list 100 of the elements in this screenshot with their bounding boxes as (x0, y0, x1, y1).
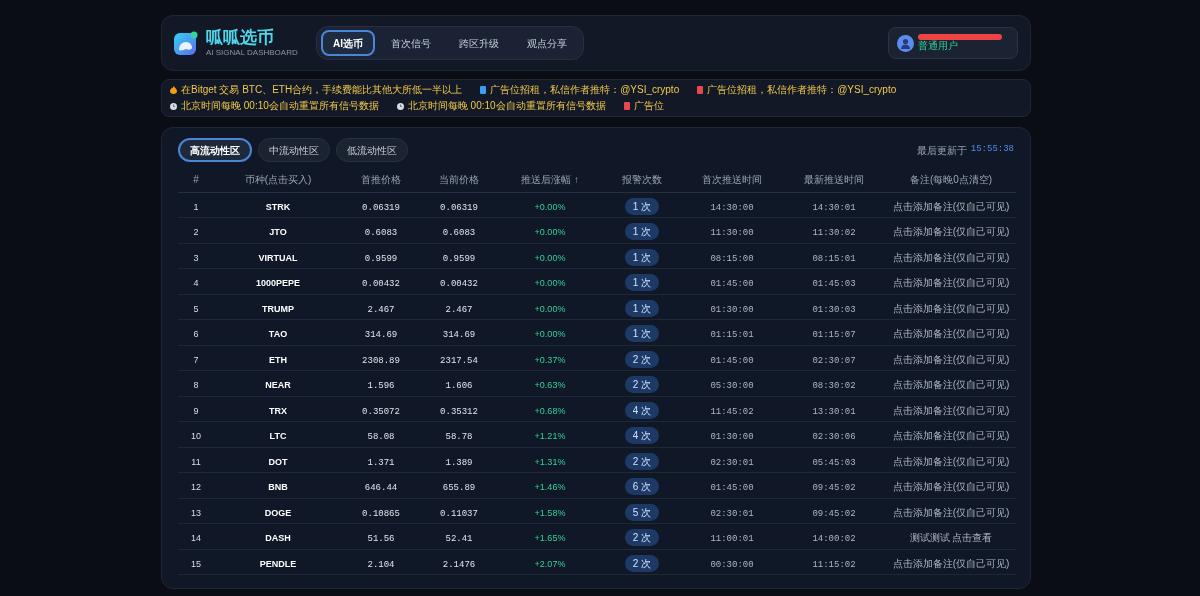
price-cell: 0.35312 (440, 406, 478, 417)
row-number: 12 (191, 482, 201, 493)
row-number: 9 (193, 405, 199, 416)
row-number: 4 (193, 278, 199, 289)
nav-tab[interactable]: 观点分享 (515, 30, 579, 56)
time-cell: 11:30:00 (710, 228, 754, 239)
change-cell: +0.37% (534, 354, 566, 365)
time-cell: 05:45:03 (812, 457, 856, 468)
price-cell: 0.00432 (440, 279, 478, 290)
brand-title: 呱呱选币 (206, 28, 275, 48)
coin-link[interactable]: JTO (269, 227, 287, 238)
coin-link[interactable]: 1000PEPE (255, 278, 300, 289)
price-cell: 2317.54 (440, 355, 478, 366)
time-cell: 01:30:00 (710, 304, 754, 315)
note-link[interactable]: 点击添加备注(仅自己可见) (892, 557, 1010, 569)
note-link[interactable]: 点击添加备注(仅自己可见) (892, 404, 1010, 416)
time-cell: 01:15:01 (710, 330, 754, 341)
coin-link[interactable]: DOT (268, 456, 288, 467)
count-badge: 6 次 (624, 478, 660, 496)
coin-link[interactable]: DOGE (264, 507, 292, 518)
note-link[interactable]: 点击添加备注(仅自己可见) (892, 353, 1010, 365)
zone-tab[interactable]: 高流动性区 (178, 138, 252, 162)
count-badge: 1 次 (624, 274, 660, 292)
time-cell: 13:30:01 (812, 406, 856, 417)
row-number: 10 (191, 431, 201, 442)
nav-tab[interactable]: 跨区升级 (447, 30, 511, 56)
time-cell: 01:45:03 (812, 279, 856, 290)
nav-tab[interactable]: 首次信号 (379, 30, 443, 56)
count-badge: 2 次 (624, 529, 660, 547)
time-cell: 01:45:00 (710, 483, 754, 494)
price-cell: 0.06319 (362, 202, 400, 213)
price-cell: 0.06319 (440, 202, 478, 213)
time-cell: 14:30:00 (710, 202, 754, 213)
count-badge: 1 次 (624, 299, 660, 317)
nav-tab[interactable]: AI选币 (321, 30, 375, 56)
note-link[interactable]: 点击添加备注(仅自己可见) (892, 200, 1010, 212)
note-link[interactable]: 点击添加备注(仅自己可见) (892, 251, 1010, 263)
zone-tab[interactable]: 中流动性区 (258, 138, 330, 162)
change-cell: +1.46% (534, 482, 566, 493)
count-badge: 2 次 (624, 376, 660, 394)
change-cell: +0.68% (534, 405, 566, 416)
time-cell: 08:15:00 (710, 253, 754, 264)
coin-link[interactable]: TRX (269, 405, 287, 416)
price-cell: 0.11037 (440, 508, 478, 519)
coin-link[interactable]: TRUMP (262, 303, 294, 314)
change-cell: +0.00% (534, 227, 566, 238)
coin-link[interactable]: PENDLE (259, 558, 297, 569)
change-cell: +1.65% (534, 533, 566, 544)
coin-link[interactable]: STRK (265, 201, 291, 212)
user-role: 普通用户 (918, 40, 959, 52)
change-cell: +0.00% (534, 303, 566, 314)
column-header[interactable]: 推送后涨幅 ↑ (521, 174, 579, 186)
user-card[interactable]: 普通用户 (888, 27, 1018, 59)
coin-link[interactable]: TAO (268, 329, 288, 340)
price-cell: 0.9599 (364, 253, 398, 264)
note-link[interactable]: 点击添加备注(仅自己可见) (892, 506, 1010, 518)
note-link[interactable]: 点击添加备注(仅自己可见) (892, 455, 1010, 467)
note-link[interactable]: 点击添加备注(仅自己可见) (892, 379, 1010, 391)
coin-link[interactable]: VIRTUAL (258, 252, 298, 263)
change-cell: +0.00% (534, 329, 566, 340)
price-cell: 1.606 (445, 381, 473, 392)
coin-link[interactable]: BNB (268, 482, 288, 493)
time-cell: 14:30:01 (812, 202, 856, 213)
time-cell: 01:45:00 (710, 355, 754, 366)
time-cell: 02:30:07 (812, 355, 856, 366)
note-link[interactable]: 点击添加备注(仅自己可见) (892, 430, 1010, 442)
note-link[interactable]: 点击添加备注(仅自己可见) (892, 481, 1010, 493)
price-cell: 0.10865 (362, 508, 400, 519)
change-cell: +1.58% (534, 507, 566, 518)
column-header: 首次推送时间 (702, 174, 762, 186)
ticker-text: 北京时间每晚 00:10会自动重置所有信号数据 (181, 99, 379, 113)
price-cell: 314.69 (442, 330, 476, 341)
note-link[interactable]: 点击添加备注(仅自己可见) (892, 302, 1010, 314)
coin-link[interactable]: LTC (269, 431, 287, 442)
count-badge: 1 次 (624, 197, 660, 215)
count-badge: 4 次 (624, 401, 660, 419)
change-cell: +1.31% (534, 456, 566, 467)
note-link[interactable]: 点击添加备注(仅自己可见) (892, 277, 1010, 289)
change-cell: +0.00% (534, 252, 566, 263)
time-cell: 02:30:06 (812, 432, 856, 443)
price-cell: 1.371 (367, 457, 395, 468)
time-cell: 01:30:00 (710, 432, 754, 443)
note-link[interactable]: 点击添加备注(仅自己可见) (892, 226, 1010, 238)
note-link[interactable]: 测试测试 点击查看 (909, 532, 993, 544)
column-header: 最新推送时间 (804, 174, 864, 186)
time-cell: 08:15:01 (812, 253, 856, 264)
count-badge: 1 次 (624, 248, 660, 266)
coin-link[interactable]: NEAR (265, 380, 291, 391)
change-cell: +2.07% (534, 558, 566, 569)
coin-link[interactable]: ETH (269, 354, 287, 365)
note-link[interactable]: 点击添加备注(仅自己可见) (892, 328, 1010, 340)
coin-link[interactable]: DASH (265, 533, 291, 544)
change-cell: +0.63% (534, 380, 566, 391)
row-number: 8 (193, 380, 199, 391)
ticker-text: 北京时间每晚 00:10会自动重置所有信号数据 (407, 99, 606, 113)
price-cell: 2.467 (445, 304, 473, 315)
time-cell: 14:00:02 (812, 534, 856, 545)
zone-tab[interactable]: 低流动性区 (336, 138, 408, 162)
column-header: 首推价格 (361, 174, 401, 186)
price-cell: 0.00432 (362, 279, 400, 290)
